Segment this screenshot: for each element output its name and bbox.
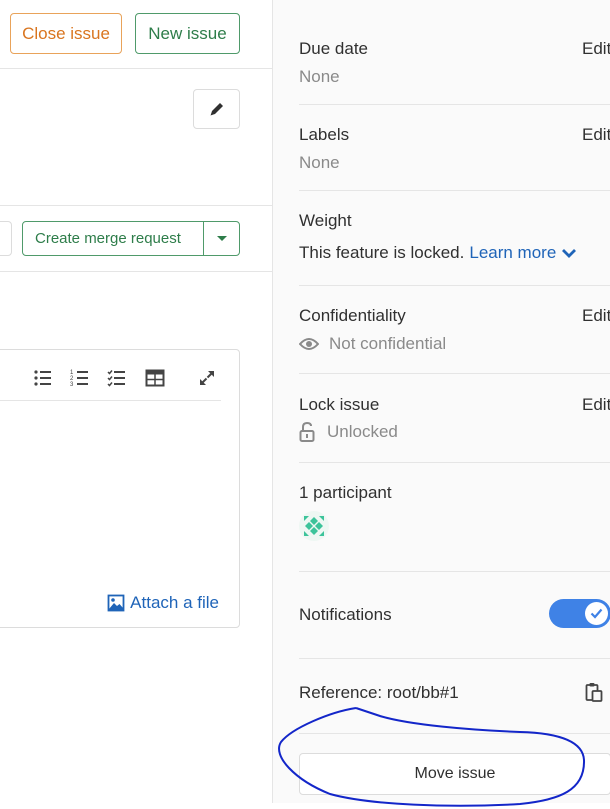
table-icon[interactable] bbox=[145, 368, 165, 388]
section-divider bbox=[299, 104, 610, 105]
identicon-avatar-icon bbox=[304, 516, 324, 536]
check-icon bbox=[590, 608, 603, 619]
due-date-label: Due date bbox=[299, 39, 368, 58]
move-issue-button[interactable]: Move issue bbox=[299, 753, 610, 795]
eye-icon bbox=[299, 338, 319, 350]
due-date-value: None bbox=[299, 67, 340, 86]
section-divider bbox=[299, 462, 610, 463]
lock-issue-value-row: Unlocked bbox=[299, 422, 398, 442]
confidentiality-value: Not confidential bbox=[329, 334, 447, 353]
participants-label: 1 participant bbox=[299, 483, 392, 502]
learn-more-link[interactable]: Learn more bbox=[469, 243, 556, 263]
issue-main-column: Close issue New issue Create merge reque… bbox=[0, 0, 272, 809]
attach-file-link[interactable]: Attach a file bbox=[107, 593, 219, 613]
image-icon bbox=[107, 594, 125, 612]
participant-avatar[interactable] bbox=[299, 511, 329, 541]
notifications-label: Notifications bbox=[299, 605, 392, 624]
task-list-icon[interactable] bbox=[107, 368, 127, 388]
section-divider bbox=[299, 190, 610, 191]
section-divider bbox=[299, 373, 610, 374]
comment-editor[interactable]: 1 2 3 Attach a file bbox=[0, 349, 240, 628]
edit-description-button[interactable] bbox=[193, 89, 240, 129]
lock-issue-label: Lock issue bbox=[299, 395, 380, 414]
confidentiality-value-row: Not confidential bbox=[299, 334, 446, 354]
new-issue-button[interactable]: New issue bbox=[135, 13, 240, 54]
caret-down-icon bbox=[216, 235, 227, 241]
attach-file-label: Attach a file bbox=[130, 593, 219, 612]
lock-issue-value: Unlocked bbox=[327, 422, 398, 441]
close-issue-button[interactable]: Close issue bbox=[10, 13, 122, 54]
related-actions-button[interactable] bbox=[0, 221, 12, 256]
section-divider bbox=[299, 285, 610, 286]
merge-request-dropdown-toggle[interactable] bbox=[203, 222, 239, 255]
fullscreen-icon[interactable] bbox=[197, 368, 217, 388]
divider bbox=[0, 271, 272, 272]
labels-edit-link[interactable]: Edit bbox=[582, 125, 610, 145]
confidentiality-label: Confidentiality bbox=[299, 306, 406, 325]
notifications-toggle[interactable] bbox=[549, 599, 610, 628]
create-merge-request-button[interactable]: Create merge request bbox=[23, 222, 203, 255]
chevron-down-icon[interactable] bbox=[561, 247, 577, 259]
weight-locked-row: This feature is locked. Learn more bbox=[299, 243, 577, 263]
toolbar-divider bbox=[0, 400, 221, 401]
toggle-knob bbox=[585, 602, 608, 625]
section-divider bbox=[299, 571, 610, 572]
weight-label: Weight bbox=[299, 211, 352, 230]
lock-issue-edit-link[interactable]: Edit bbox=[582, 395, 610, 415]
svg-text:3: 3 bbox=[70, 382, 74, 388]
divider bbox=[0, 205, 272, 206]
create-merge-request-split-button[interactable]: Create merge request bbox=[22, 221, 240, 256]
confidentiality-edit-link[interactable]: Edit bbox=[582, 306, 610, 326]
labels-label: Labels bbox=[299, 125, 350, 144]
editor-toolbar: 1 2 3 bbox=[0, 350, 225, 400]
issue-sidebar: Due date Edit None Labels Edit None Weig… bbox=[272, 0, 610, 803]
due-date-edit-link[interactable]: Edit bbox=[582, 39, 610, 59]
bullet-list-icon[interactable] bbox=[33, 368, 53, 388]
divider bbox=[0, 68, 272, 69]
unlock-icon bbox=[299, 422, 315, 442]
pencil-icon bbox=[210, 103, 223, 116]
copy-clipboard-icon[interactable] bbox=[585, 682, 603, 702]
weight-locked-text: This feature is locked. bbox=[299, 243, 465, 262]
section-divider bbox=[299, 658, 610, 659]
labels-value: None bbox=[299, 153, 340, 172]
numbered-list-icon[interactable]: 1 2 3 bbox=[70, 368, 90, 388]
section-divider bbox=[299, 733, 610, 734]
reference-text: Reference: root/bb#1 bbox=[299, 683, 459, 702]
